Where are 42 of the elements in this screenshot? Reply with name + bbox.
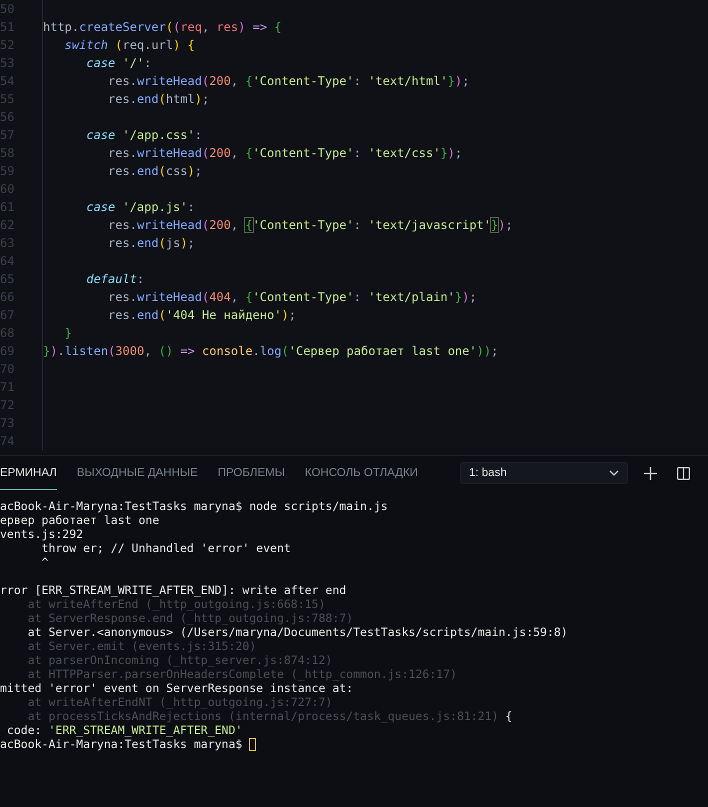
terminal-line: at parserOnIncoming (_http_server.js:874:12)	[26, 653, 332, 667]
terminal-line: throw er; // Unhandled 'error' event	[40, 541, 291, 555]
terminal-line: at Server.<anonymous> (/Users/maryna/Documents/TestTasks/scripts/main.js:59:8)	[26, 625, 568, 639]
terminal-line: ^	[40, 555, 48, 569]
terminal-line: vents.js:292	[0, 527, 84, 541]
chevron-down-icon	[609, 470, 619, 476]
add-icon[interactable]	[644, 466, 657, 480]
code-line: res.writeHead(404, {'Content-Type': 'text/plain'});	[42, 288, 477, 306]
code-line: res.writeHead(200, {'Content-Type': 'text/javascript'});	[42, 216, 513, 234]
code-line: }).listen(3000, () => console.log('Сервер работает last one'));	[42, 342, 498, 360]
cursor-icon	[249, 738, 256, 750]
terminal-line: at HTTPParser.parserOnHeadersComplete (_http_common.js:126:17)	[26, 667, 457, 681]
terminal-line: at processTicksAndRejections (internal/process/task_queues.js:81:21) {	[26, 709, 512, 723]
code-line: }	[42, 324, 72, 342]
terminal-line: at ServerResponse.end (_http_outgoing.js:788:7)	[26, 611, 354, 625]
code-line: res.writeHead(200, {'Content-Type': 'text/html'});	[42, 72, 470, 90]
terminal-line: code: 'ERR_STREAM_WRITE_AFTER_END'	[6, 723, 242, 737]
terminal-line: acBook-Air-Maryna:TestTasks maryna$ node scripts/main.js	[0, 499, 388, 513]
code-line: case '/':	[42, 54, 152, 72]
terminal-line: mitted 'error' event on ServerResponse instance at:	[0, 681, 354, 695]
code-line: res.end(css);	[42, 162, 202, 180]
code-line: switch (req.url) {	[42, 36, 195, 54]
code-line: http.createServer((req, res) => {	[42, 18, 282, 36]
shell-dropdown[interactable]: 1: bash	[460, 462, 628, 484]
code-line: res.end(html);	[42, 90, 210, 108]
panel-tab[interactable]: ЕРМИНАЛ	[0, 456, 57, 490]
panel-tab[interactable]: КОНСОЛЬ ОТЛАДКИ	[304, 456, 418, 490]
code-line: res.end('404 Не найдено');	[42, 306, 296, 324]
code-line: case '/app.js':	[42, 198, 195, 216]
terminal-line: acBook-Air-Maryna:TestTasks maryna$	[0, 737, 242, 751]
terminal-line: ервер работает last one	[0, 513, 160, 527]
terminal-line: at writeAfterEndNT (_http_outgoing.js:727:7)	[26, 695, 332, 709]
terminal-line: at writeAfterEnd (_http_outgoing.js:668:15)	[26, 597, 326, 611]
code-line: case '/app.css':	[42, 126, 202, 144]
split-icon[interactable]	[677, 466, 690, 480]
code-line: res.writeHead(200, {'Content-Type': 'text/css'});	[42, 144, 462, 162]
panel-tab[interactable]: ПРОБЛЕМЫ	[218, 456, 285, 490]
code-line: default:	[42, 270, 144, 288]
terminal-line: at Server.emit (events.js:315:20)	[26, 639, 256, 653]
panel-tab[interactable]: ВЫХОДНЫЕ ДАННЫЕ	[76, 456, 198, 490]
terminal-line: rror [ERR_STREAM_WRITE_AFTER_END]: write after end	[0, 583, 346, 597]
code-line: res.end(js);	[42, 234, 195, 252]
